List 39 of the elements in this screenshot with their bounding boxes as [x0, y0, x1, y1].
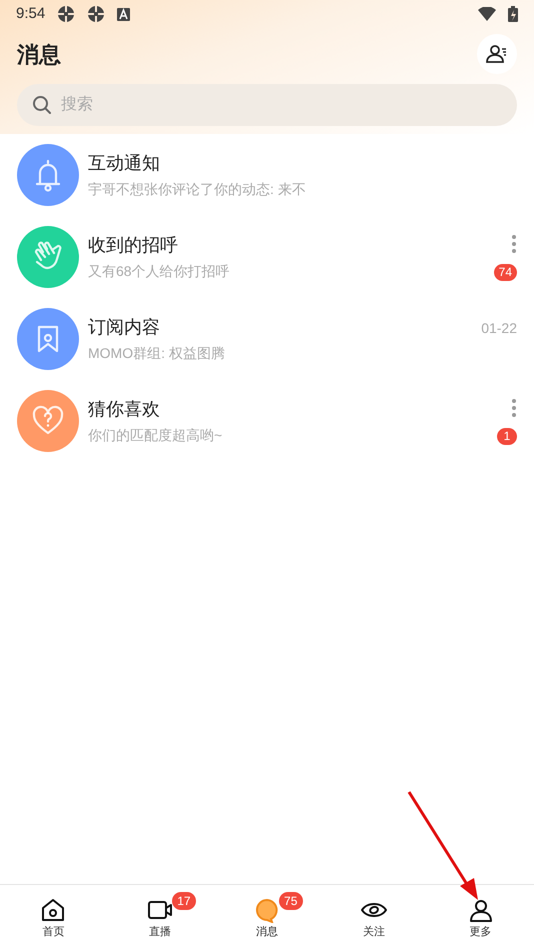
more-options-button[interactable] [511, 398, 517, 418]
status-time: 9:54 [16, 4, 46, 24]
nav-tab[interactable]: 消息 75 [214, 885, 320, 950]
nav-tab[interactable]: 首页 [0, 885, 107, 950]
conversation-preview: 又有68个人给你打招呼 [88, 262, 231, 280]
nav-tab[interactable]: 关注 [320, 885, 428, 950]
battery-charging-icon [508, 6, 518, 22]
wifi-icon [478, 7, 496, 21]
conversation-item[interactable]: 猜你喜欢 你们的匹配度超高哟~ 1 [0, 380, 534, 462]
keyboard-notification-icon [117, 8, 130, 20]
page-title: 消息 [17, 40, 61, 68]
tab-badge: 75 [278, 892, 303, 910]
conversation-item[interactable]: 互动通知 宇哥不想张你评论了你的动态: 来不 [0, 134, 534, 216]
app-notification-icon [57, 5, 76, 23]
heart-question-icon [31, 405, 65, 437]
search-field[interactable]: 搜索 [17, 84, 517, 126]
chat-bubble-icon [254, 897, 280, 923]
conversation-preview: 你们的匹配度超高哟~ [88, 426, 224, 444]
nav-tab[interactable]: 直播 17 [106, 885, 214, 950]
conversation-title: 订阅内容 [88, 316, 161, 338]
home-icon [40, 897, 66, 923]
search-icon [32, 95, 52, 115]
conversation-item[interactable]: 订阅内容 MOMO群组: 权益图腾 01-22 [0, 298, 534, 380]
conversation-title: 猜你喜欢 [88, 398, 161, 420]
unread-count: 1 [497, 428, 517, 444]
conversation-item[interactable]: 收到的招呼 又有68个人给你打招呼 74 [0, 216, 534, 298]
more-options-button[interactable] [511, 234, 517, 254]
conversation-title: 收到的招呼 [88, 234, 179, 256]
tab-badge: 17 [172, 892, 196, 910]
conversation-title: 互动通知 [88, 152, 161, 174]
app-notification-icon [87, 5, 106, 23]
unread-count: 74 [494, 264, 517, 280]
nav-tab[interactable]: 更多 [427, 885, 534, 950]
person-list-icon [486, 44, 508, 64]
contacts-button[interactable] [477, 34, 517, 74]
conversation-preview: 宇哥不想张你评论了你的动态: 来不 [88, 180, 307, 198]
conversation-time: 01-22 [481, 318, 517, 338]
conversation-preview: MOMO群组: 权益图腾 [88, 344, 226, 362]
person-icon [468, 897, 494, 923]
